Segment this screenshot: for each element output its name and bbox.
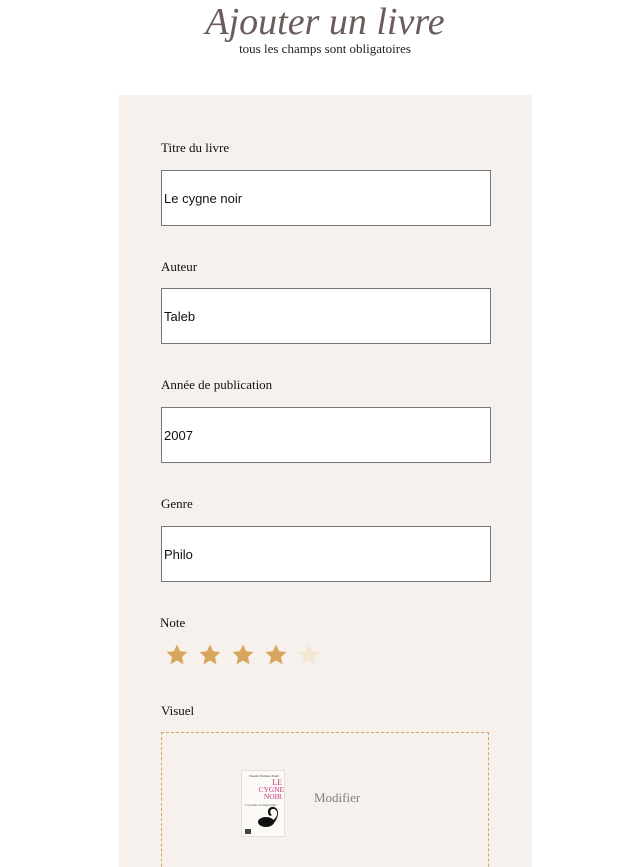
page-subtitle: tous les champs sont obligatoires	[239, 41, 411, 56]
genre-input[interactable]	[161, 526, 491, 582]
year-label: Année de publication	[161, 377, 273, 392]
modify-image-button[interactable]: Modifier	[314, 790, 360, 806]
add-book-page: Ajouter un livre tous les champs sont ob…	[0, 0, 617, 867]
star-rating	[165, 643, 321, 667]
star-5-empty-icon[interactable]	[297, 643, 321, 667]
book-cover-thumbnail: Nassim Nicholas Taleb LE CYGNE NOIR La p…	[241, 770, 285, 837]
black-swan-icon	[258, 806, 279, 827]
author-input[interactable]	[161, 288, 491, 344]
page-title: Ajouter un livre	[205, 1, 445, 43]
rating-label: Note	[160, 615, 186, 630]
add-book-form: Titre du livre Auteur Année de publicati…	[119, 95, 532, 867]
star-4-filled-icon[interactable]	[264, 643, 288, 667]
title-label: Titre du livre	[161, 140, 230, 155]
cover-subtitle: La puissance de l'imprévisible	[245, 804, 277, 807]
star-1-filled-icon[interactable]	[165, 643, 189, 667]
publisher-logo	[245, 829, 251, 834]
genre-label: Genre	[161, 496, 193, 511]
year-input[interactable]	[161, 407, 491, 463]
book-cover-image: Nassim Nicholas Taleb LE CYGNE NOIR La p…	[245, 774, 284, 834]
title-input[interactable]	[161, 170, 491, 226]
visual-label: Visuel	[161, 703, 195, 718]
page-header: Ajouter un livre tous les champs sont ob…	[0, 2, 617, 55]
star-3-filled-icon[interactable]	[231, 643, 255, 667]
cover-title-line3: NOIR	[264, 792, 282, 801]
author-label: Auteur	[161, 259, 198, 274]
star-2-filled-icon[interactable]	[198, 643, 222, 667]
image-upload-zone[interactable]: Nassim Nicholas Taleb LE CYGNE NOIR La p…	[161, 732, 489, 867]
